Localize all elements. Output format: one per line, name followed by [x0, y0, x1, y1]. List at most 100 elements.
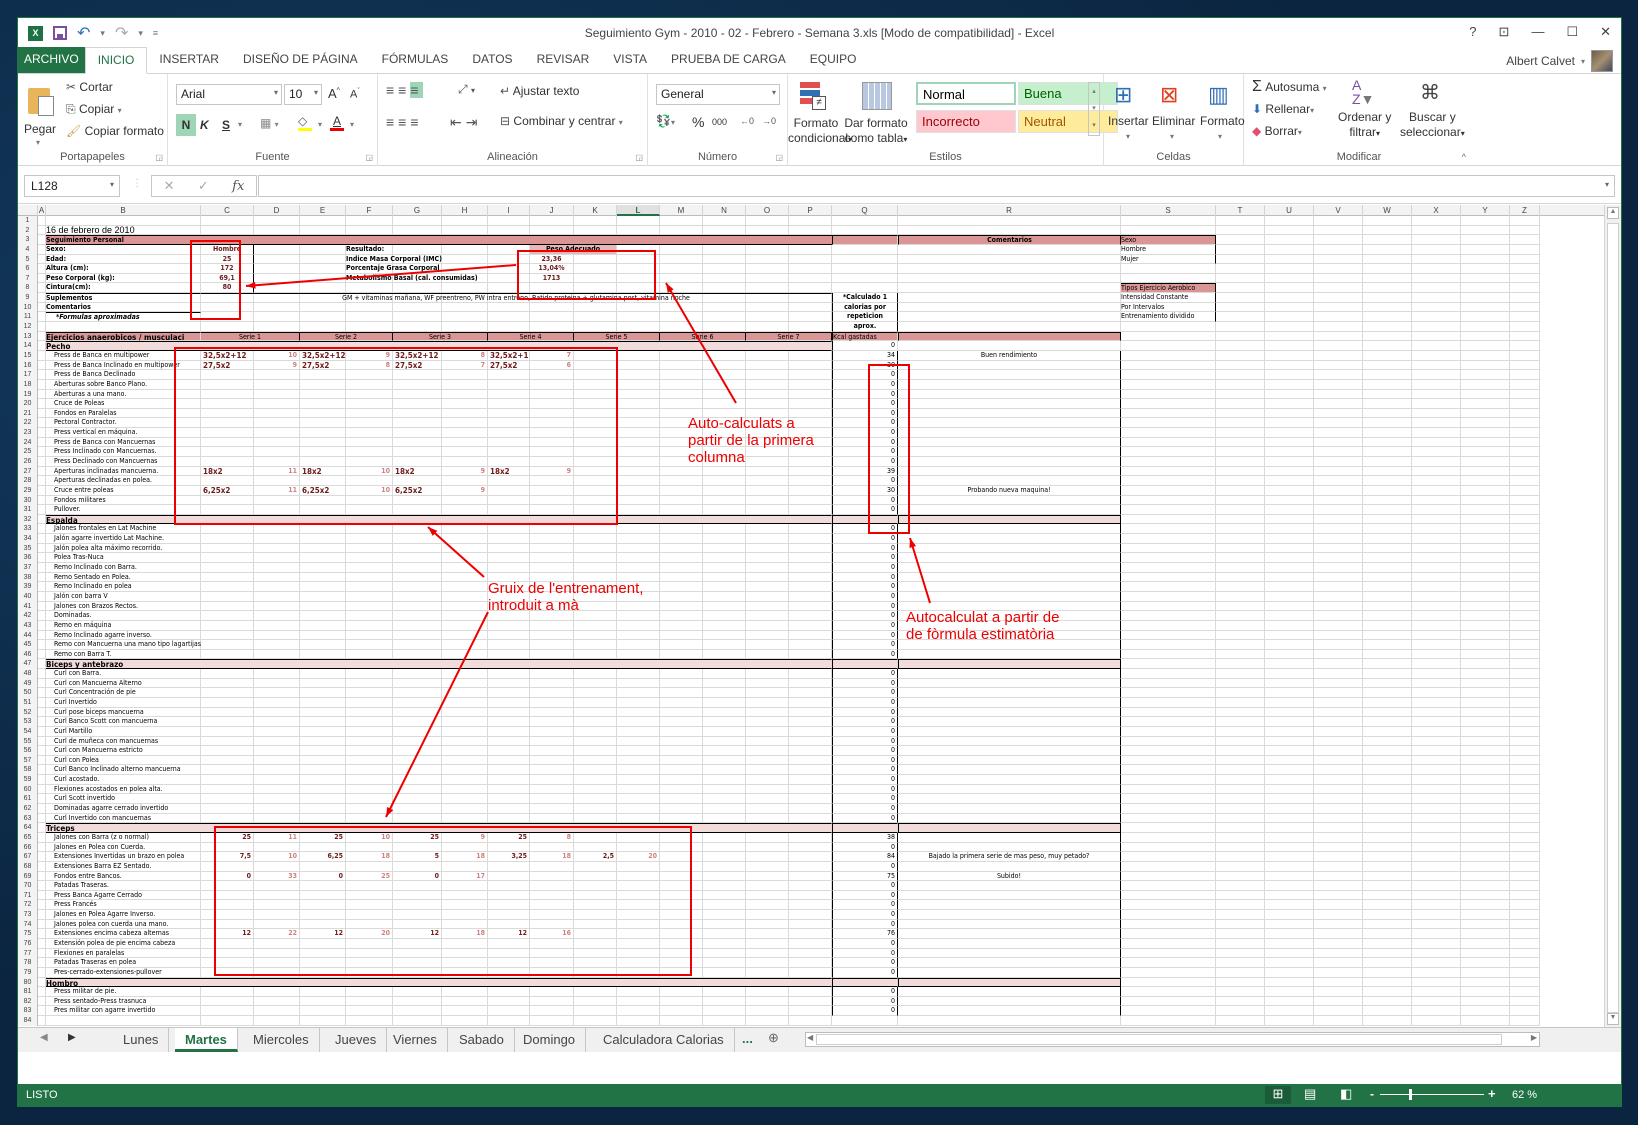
column-header-D[interactable]: D [254, 205, 300, 216]
cell[interactable] [1314, 765, 1363, 776]
cell[interactable] [1314, 861, 1363, 872]
cell[interactable] [1461, 611, 1510, 621]
cell[interactable] [1314, 563, 1363, 573]
set-reps[interactable]: 11 [254, 466, 300, 477]
cell[interactable] [789, 630, 832, 641]
cell[interactable] [442, 225, 488, 236]
row-header[interactable]: 78 [18, 958, 38, 968]
cell[interactable] [1461, 775, 1510, 785]
cell[interactable] [1314, 437, 1363, 448]
cell[interactable] [574, 370, 617, 380]
cell[interactable] [1412, 225, 1461, 236]
cell[interactable] [38, 293, 46, 303]
cell[interactable] [1216, 804, 1265, 814]
cell[interactable] [346, 842, 393, 853]
find-select-button[interactable]: Buscar y seleccionar▾ [1400, 110, 1465, 141]
kcal-value[interactable]: 0 [832, 813, 898, 824]
cell[interactable] [1461, 591, 1510, 602]
cell[interactable] [254, 601, 300, 612]
cell[interactable] [1363, 534, 1412, 544]
row-header[interactable]: 7 [18, 273, 38, 284]
cell[interactable] [1412, 543, 1461, 554]
cell[interactable] [1265, 649, 1314, 660]
exercise-name[interactable]: Aberturas sobre Banco Plano. [46, 379, 201, 390]
personal-value[interactable]: Hombre [201, 244, 254, 255]
comment-cell[interactable] [898, 726, 1121, 737]
zoom-slider[interactable] [1380, 1094, 1484, 1095]
cell[interactable] [530, 476, 574, 486]
cell[interactable] [1216, 379, 1265, 390]
cell[interactable] [1265, 881, 1314, 891]
cell[interactable] [574, 543, 617, 554]
cell[interactable] [530, 813, 574, 824]
cell[interactable] [1510, 948, 1540, 959]
comment-cell[interactable] [898, 408, 1121, 419]
cell[interactable] [1412, 784, 1461, 795]
cell[interactable] [300, 620, 346, 631]
cell[interactable] [300, 967, 346, 978]
cell[interactable] [789, 553, 832, 564]
cell[interactable] [393, 322, 442, 332]
increase-font-icon[interactable]: A^ [328, 86, 340, 101]
cell[interactable] [300, 890, 346, 901]
exercise-name[interactable]: Remo Inclinado agarre inverso. [46, 630, 201, 641]
sort-filter-icon[interactable]: A Z▼ [1352, 78, 1374, 106]
cell[interactable] [660, 910, 703, 920]
cell[interactable] [300, 900, 346, 911]
aerobico-option[interactable]: Entrenamiento dividido [1121, 312, 1216, 323]
cell[interactable] [393, 736, 442, 747]
cell[interactable] [1265, 553, 1314, 564]
cell[interactable] [1314, 360, 1363, 371]
cell[interactable] [789, 929, 832, 939]
exercise-name[interactable]: Press de Banca con Mancuernas [46, 437, 201, 448]
comment-cell[interactable] [898, 736, 1121, 747]
cell[interactable] [617, 765, 660, 776]
cell[interactable] [789, 726, 832, 737]
cell[interactable] [617, 987, 660, 997]
comment-cell[interactable] [898, 794, 1121, 805]
cell[interactable] [254, 910, 300, 920]
cell[interactable] [832, 659, 898, 670]
cell[interactable] [574, 379, 617, 390]
cell[interactable] [789, 900, 832, 911]
cell[interactable] [1121, 784, 1216, 795]
row-header[interactable]: 34 [18, 534, 38, 544]
cell[interactable] [660, 1016, 703, 1026]
delete-cells-icon[interactable]: ⊠ [1160, 82, 1178, 108]
kcal-value[interactable]: 30 [832, 485, 898, 496]
section-header[interactable]: Hombro [46, 977, 832, 987]
cell[interactable] [1314, 852, 1363, 862]
cell[interactable] [1265, 543, 1314, 554]
cell[interactable] [346, 428, 393, 438]
cell[interactable] [442, 408, 488, 419]
row-header[interactable]: 56 [18, 746, 38, 756]
cell[interactable] [1265, 563, 1314, 573]
comment-cell[interactable] [898, 524, 1121, 535]
cell[interactable] [1265, 447, 1314, 457]
cell[interactable] [1412, 476, 1461, 486]
cell[interactable] [38, 775, 46, 785]
cell[interactable] [1121, 736, 1216, 747]
cell[interactable] [1121, 505, 1216, 515]
cell[interactable] [38, 804, 46, 814]
cell[interactable] [1510, 273, 1540, 284]
column-header-O[interactable]: O [746, 205, 789, 216]
cell[interactable] [393, 408, 442, 419]
kcal-value[interactable]: 0 [832, 910, 898, 920]
cell[interactable] [1363, 939, 1412, 949]
cell[interactable] [1265, 842, 1314, 853]
cell[interactable] [1265, 996, 1314, 1007]
indent-icons[interactable]: ⇤⇥ [450, 114, 481, 131]
cell[interactable] [1216, 553, 1265, 564]
cell[interactable] [574, 842, 617, 853]
cell[interactable] [1510, 832, 1540, 843]
comment-cell[interactable] [898, 669, 1121, 679]
cell[interactable] [488, 640, 530, 650]
cell[interactable] [254, 649, 300, 660]
cell[interactable] [1510, 977, 1540, 988]
cell[interactable] [1314, 235, 1363, 245]
cell[interactable] [1265, 379, 1314, 390]
cell[interactable] [1121, 350, 1216, 361]
cell[interactable] [1461, 370, 1510, 380]
cell[interactable] [1363, 842, 1412, 853]
